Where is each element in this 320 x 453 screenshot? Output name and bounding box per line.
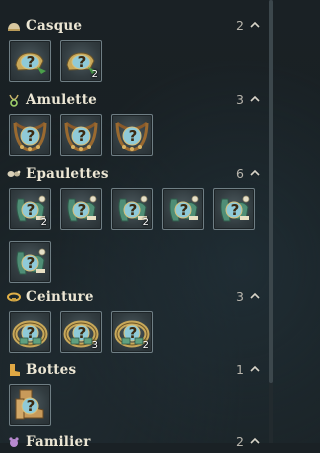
equipment-panel: Casque 2?? 2 Amulette 3??? Epaulettes 6? 2?? 2??… bbox=[0, 0, 268, 450]
scrollbar-thumb[interactable] bbox=[269, 0, 273, 383]
item-slot-belt[interactable]: ? 2 bbox=[111, 311, 153, 353]
collapse-chevron-icon[interactable] bbox=[248, 434, 262, 448]
svg-text:?: ? bbox=[78, 127, 87, 145]
collapse-chevron-icon[interactable] bbox=[248, 92, 262, 106]
item-slot-boots[interactable]: ? bbox=[9, 384, 51, 426]
collapse-chevron-icon[interactable] bbox=[248, 18, 262, 32]
category-header-ceinture[interactable]: Ceinture 3 bbox=[0, 286, 268, 308]
item-quantity: 2 bbox=[142, 217, 149, 228]
svg-text:?: ? bbox=[27, 254, 36, 272]
category-count: 2 bbox=[236, 18, 244, 33]
category-label: Familier bbox=[26, 434, 91, 450]
svg-text:?: ? bbox=[27, 127, 36, 145]
category-label: Casque bbox=[26, 18, 83, 34]
collapse-chevron-icon[interactable] bbox=[248, 166, 262, 180]
item-slot-belt[interactable]: ? 3 bbox=[60, 311, 102, 353]
item-slot-epaulette[interactable]: ? bbox=[162, 188, 204, 230]
item-slot-amulet[interactable]: ? bbox=[60, 114, 102, 156]
pet-icon bbox=[6, 434, 22, 450]
category-header-epaulettes[interactable]: Epaulettes 6 bbox=[0, 163, 268, 185]
svg-text:?: ? bbox=[27, 201, 36, 219]
item-quantity: 2 bbox=[142, 340, 149, 351]
item-slot-helmet[interactable]: ? bbox=[9, 40, 51, 82]
item-quantity: 2 bbox=[91, 69, 98, 80]
category-count: 2 bbox=[236, 434, 244, 449]
category-label: Ceinture bbox=[26, 289, 94, 305]
category-header-bottes[interactable]: Bottes 1 bbox=[0, 359, 268, 381]
svg-text:?: ? bbox=[78, 201, 87, 219]
item-slot-epaulette[interactable]: ? bbox=[213, 188, 255, 230]
category-count: 1 bbox=[236, 362, 244, 377]
category-count: 3 bbox=[236, 289, 244, 304]
category-header-casque[interactable]: Casque 2 bbox=[0, 15, 268, 37]
collapse-chevron-icon[interactable] bbox=[248, 362, 262, 376]
svg-text:?: ? bbox=[129, 127, 138, 145]
item-slot-amulet[interactable]: ? bbox=[9, 114, 51, 156]
scrollbar[interactable] bbox=[269, 0, 273, 443]
category-label: Amulette bbox=[26, 92, 97, 108]
svg-text:?: ? bbox=[129, 324, 138, 342]
boots-icon bbox=[6, 362, 22, 378]
category-label: Bottes bbox=[26, 362, 77, 378]
item-slot-belt[interactable]: ? bbox=[9, 311, 51, 353]
item-slot-epaulette[interactable]: ? bbox=[60, 188, 102, 230]
category-count: 3 bbox=[236, 92, 244, 107]
svg-text:?: ? bbox=[129, 201, 138, 219]
svg-text:?: ? bbox=[78, 324, 87, 342]
item-slot-epaulette[interactable]: ? bbox=[9, 241, 51, 283]
category-header-familier[interactable]: Familier 2 bbox=[0, 431, 268, 453]
item-slot-epaulette[interactable]: ? 2 bbox=[9, 188, 51, 230]
svg-text:?: ? bbox=[78, 53, 87, 71]
belt-icon bbox=[6, 289, 22, 305]
epaulettes-icon bbox=[6, 166, 22, 182]
svg-text:?: ? bbox=[27, 324, 36, 342]
helmet-icon bbox=[6, 18, 22, 34]
item-quantity: 3 bbox=[91, 340, 98, 351]
category-count: 6 bbox=[236, 166, 244, 181]
item-slot-helmet[interactable]: ? 2 bbox=[60, 40, 102, 82]
category-label: Epaulettes bbox=[26, 166, 109, 182]
item-slot-epaulette[interactable]: ? 2 bbox=[111, 188, 153, 230]
svg-text:?: ? bbox=[231, 201, 240, 219]
item-quantity: 2 bbox=[40, 217, 47, 228]
svg-text:?: ? bbox=[180, 201, 189, 219]
svg-text:?: ? bbox=[27, 53, 36, 71]
item-slot-amulet[interactable]: ? bbox=[111, 114, 153, 156]
collapse-chevron-icon[interactable] bbox=[248, 289, 262, 303]
svg-text:?: ? bbox=[27, 397, 36, 415]
category-header-amulette[interactable]: Amulette 3 bbox=[0, 89, 268, 111]
amulet-icon bbox=[6, 92, 22, 108]
